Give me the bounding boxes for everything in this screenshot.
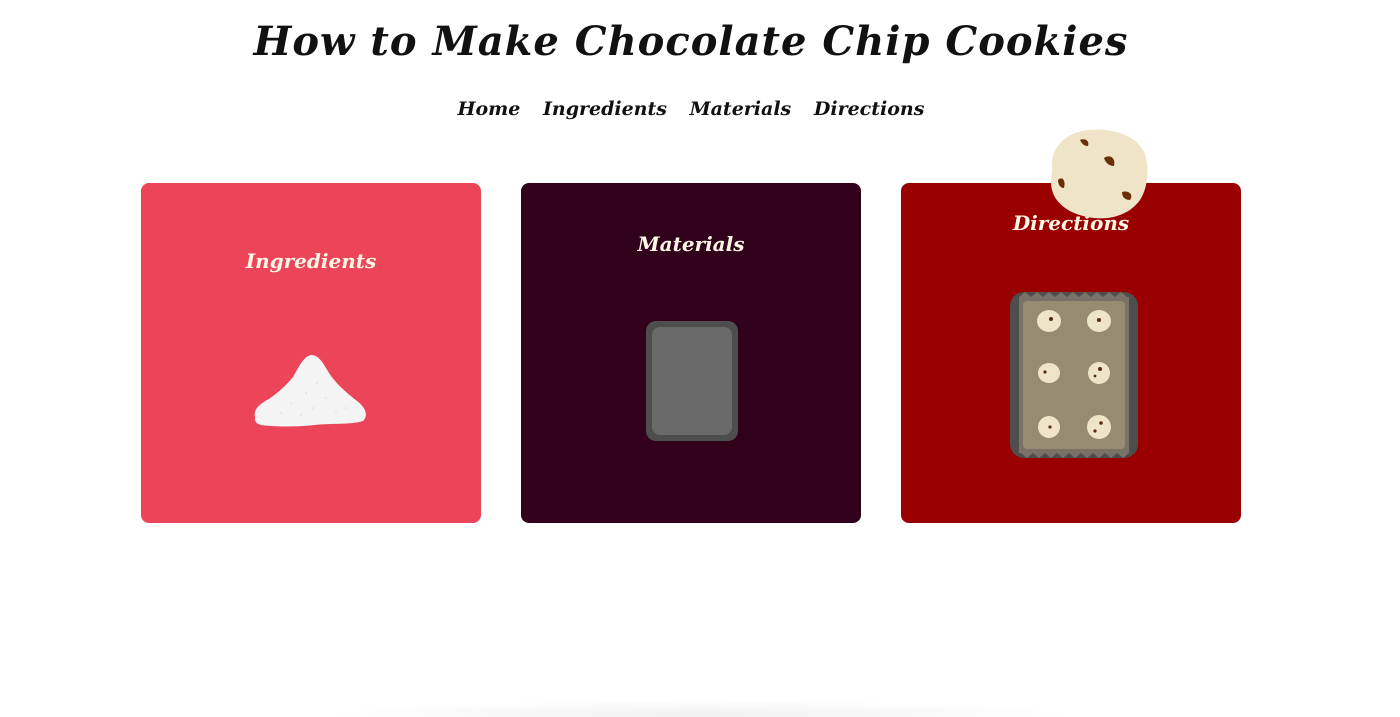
footer-shadow xyxy=(320,700,1080,717)
nav-item-directions[interactable]: Directions xyxy=(814,98,925,120)
materials-card[interactable]: Materials xyxy=(521,183,861,523)
directions-card[interactable]: Directions xyxy=(901,183,1241,523)
page: How to Make Chocolate Chip Cookies Home … xyxy=(0,0,1400,717)
baking-tray-icon xyxy=(646,321,738,441)
nav-item-ingredients[interactable]: Ingredients xyxy=(543,98,667,120)
ingredients-card[interactable]: Ingredients xyxy=(141,183,481,523)
flour-pile-icon xyxy=(254,355,366,427)
main-nav: Home Ingredients Materials Directions xyxy=(0,98,1382,120)
page-title: How to Make Chocolate Chip Cookies xyxy=(253,18,1129,65)
ingredients-card-title: Ingredients xyxy=(245,249,377,273)
nav-item-materials[interactable]: Materials xyxy=(690,98,792,120)
cookie-dough-icon xyxy=(1051,129,1148,219)
cookie-sheet-icon xyxy=(1010,292,1138,458)
nav-item-home[interactable]: Home xyxy=(458,98,521,120)
materials-card-title: Materials xyxy=(637,232,745,256)
